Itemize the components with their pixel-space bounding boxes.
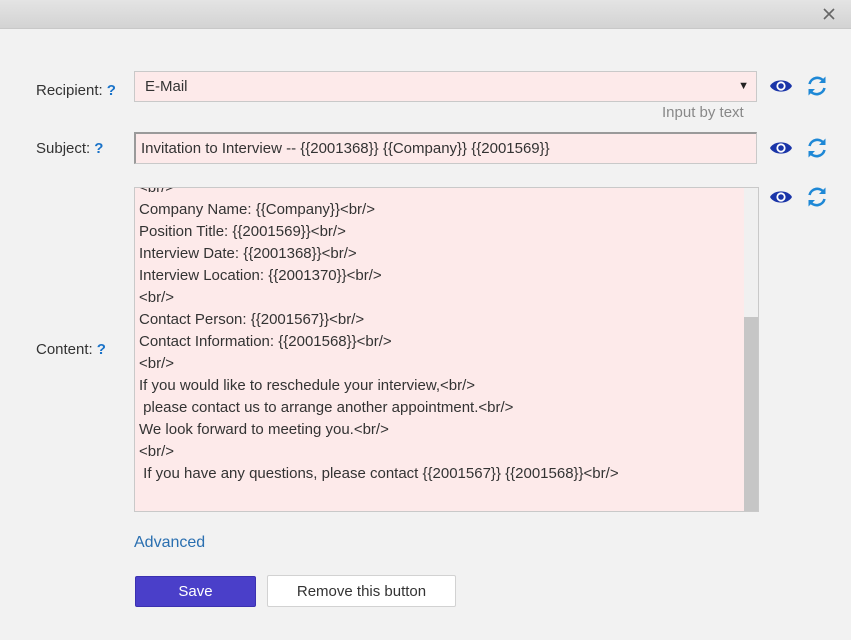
content-text: <br/> Company Name: {{Company}}<br/> Posit… <box>139 187 619 485</box>
subject-label-text: Subject: <box>36 140 91 157</box>
content-line: Company Name: {{Company}}<br/> <box>139 201 375 218</box>
recipient-select-value: E-Mail <box>145 78 188 95</box>
save-button[interactable]: Save <box>135 576 256 607</box>
recipient-help-icon[interactable]: ? <box>107 82 116 99</box>
content-refresh-icon[interactable] <box>805 185 829 209</box>
remove-this-button-button[interactable]: Remove this button <box>267 575 456 607</box>
content-line: Interview Date: {{2001368}}<br/> <box>139 245 357 262</box>
recipient-label: Recipient:? <box>36 82 116 99</box>
subject-input[interactable]: Invitation to Interview -- {{2001368}} {… <box>134 132 757 164</box>
dialog-titlebar <box>0 0 851 29</box>
advanced-link[interactable]: Advanced <box>134 534 205 552</box>
subject-label: Subject:? <box>36 140 103 157</box>
content-line: <br/> <box>139 443 175 460</box>
subject-preview-eye-icon[interactable] <box>769 136 793 160</box>
content-line: If you have any questions, please contac… <box>139 465 619 482</box>
content-line: Contact Person: {{2001567}}<br/> <box>139 311 365 328</box>
content-preview-eye-icon[interactable] <box>769 185 793 209</box>
recipient-select[interactable]: E-Mail ▼ <box>134 71 757 102</box>
close-icon[interactable] <box>821 6 837 22</box>
content-textarea[interactable]: <br/> Company Name: {{Company}}<br/> Posit… <box>134 187 759 512</box>
content-line: Position Title: {{2001569}}<br/> <box>139 223 346 240</box>
subject-refresh-icon[interactable] <box>805 136 829 160</box>
recipient-label-text: Recipient: <box>36 82 103 99</box>
content-line: If you would like to reschedule your int… <box>139 377 476 394</box>
content-line: <br/> <box>139 289 175 306</box>
recipient-refresh-icon[interactable] <box>805 74 829 98</box>
chevron-down-icon: ▼ <box>738 80 749 92</box>
content-line: <br/> <box>139 355 175 372</box>
content-line: We look forward to meeting you.<br/> <box>139 421 389 438</box>
subject-help-icon[interactable]: ? <box>94 140 103 157</box>
content-scrollbar-thumb[interactable] <box>744 317 758 511</box>
content-line: <br/> <box>139 187 175 196</box>
content-scrollbar[interactable] <box>744 188 758 511</box>
content-help-icon[interactable]: ? <box>97 341 106 358</box>
recipient-input-by-text-link[interactable]: Input by text <box>662 104 744 121</box>
content-line: Contact Information: {{2001568}}<br/> <box>139 333 392 350</box>
content-line: please contact us to arrange another app… <box>139 399 514 416</box>
content-line: Interview Location: {{2001370}}<br/> <box>139 267 382 284</box>
content-label-text: Content: <box>36 341 93 358</box>
recipient-preview-eye-icon[interactable] <box>769 74 793 98</box>
content-label: Content:? <box>36 341 106 358</box>
